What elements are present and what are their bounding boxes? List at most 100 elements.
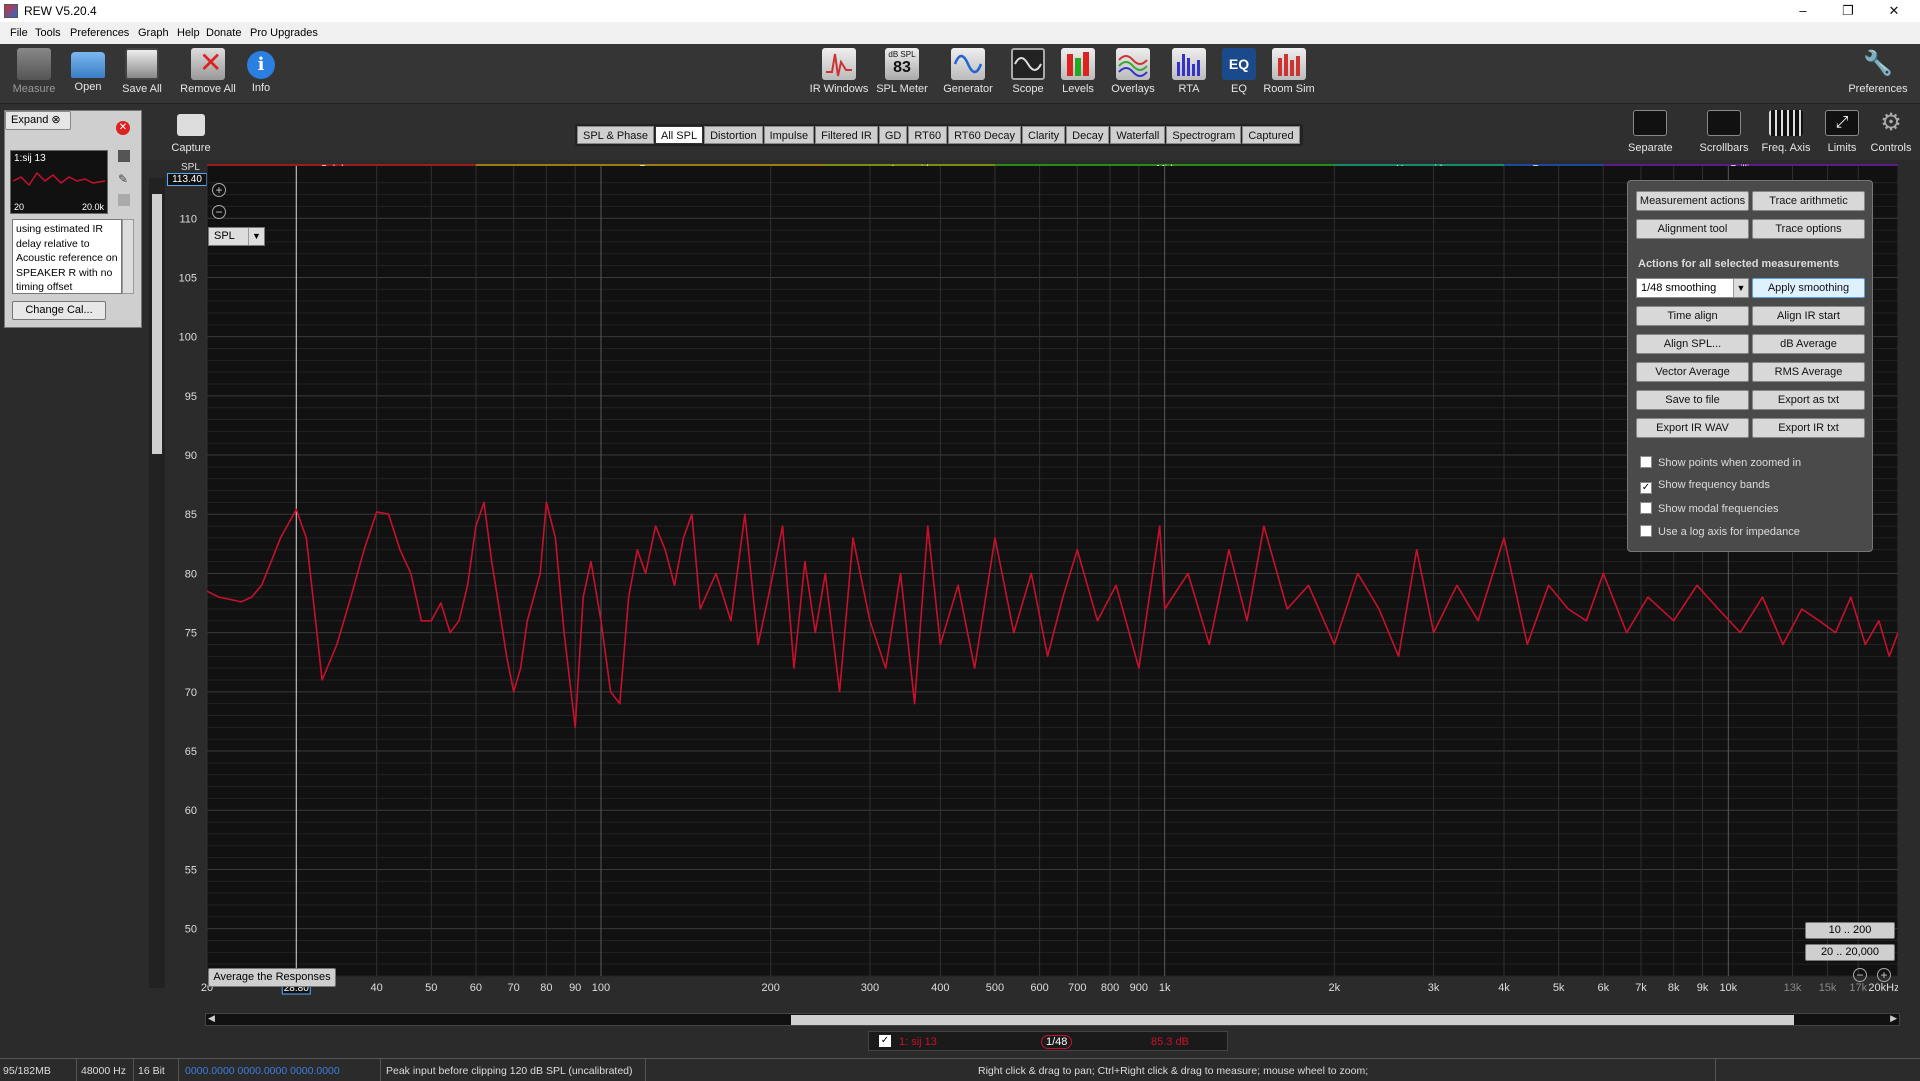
rms-average-button[interactable]: RMS Average	[1752, 362, 1865, 382]
separate-button[interactable]: Separate	[1628, 110, 1673, 154]
generator-button[interactable]: Generator	[940, 48, 996, 95]
tab-gd[interactable]: GD	[878, 126, 908, 144]
trace-arithmetic-button[interactable]: Trace arithmetic	[1752, 191, 1865, 211]
menu-donate[interactable]: Donate	[206, 27, 241, 39]
checkbox-box[interactable]: ✓	[1640, 482, 1652, 494]
room-sim-button[interactable]: Room Sim	[1262, 48, 1316, 95]
export-ir-txt-button[interactable]: Export IR txt	[1752, 418, 1865, 438]
tab-clarity[interactable]: Clarity	[1022, 126, 1066, 144]
tab-filtered-ir[interactable]: Filtered IR	[815, 126, 878, 144]
chevron-down-icon: ▼	[248, 228, 264, 245]
x-tick-label: 3k	[1428, 982, 1440, 994]
menu-help[interactable]: Help	[177, 27, 200, 39]
freq-axis-button[interactable]: Freq. Axis	[1760, 110, 1812, 154]
eq-button[interactable]: EQ EQ	[1222, 48, 1256, 95]
scope-button[interactable]: Scope	[1006, 48, 1050, 95]
measurement-thumbnail[interactable]: 1:sij 13 20 20.0k	[10, 150, 108, 214]
tab-waterfall[interactable]: Waterfall	[1110, 126, 1166, 144]
memory-usage[interactable]: 95/182MB	[3, 1065, 51, 1077]
tab-decay[interactable]: Decay	[1066, 126, 1110, 144]
range-20-20000-button[interactable]: 20 .. 20,000	[1805, 944, 1895, 961]
alignment-tool-button[interactable]: Alignment tool	[1636, 219, 1749, 239]
checkbox-box[interactable]	[1640, 502, 1652, 514]
checkbox-label: Show points when zoomed in	[1658, 457, 1802, 469]
menu-preferences[interactable]: Preferences	[70, 27, 129, 39]
tab-rt60[interactable]: RT60	[908, 126, 948, 144]
menu-file[interactable]: File	[10, 27, 28, 39]
vector-average-button[interactable]: Vector Average	[1636, 362, 1749, 382]
smoothing-select[interactable]: 1/48 smoothing ▼	[1636, 278, 1749, 298]
menu-graph[interactable]: Graph	[138, 27, 169, 39]
tab-all-spl[interactable]: All SPL	[655, 126, 704, 144]
tab-spectrogram[interactable]: Spectrogram	[1166, 126, 1242, 144]
y-tick-label: 90	[185, 450, 197, 462]
apply-smoothing-button[interactable]: Apply smoothing	[1752, 278, 1865, 298]
checkbox-use-a-log-axis-for-impedance[interactable]: Use a log axis for impedance	[1640, 525, 1800, 538]
rta-button[interactable]: RTA	[1172, 48, 1206, 95]
db-average-button[interactable]: dB Average	[1752, 334, 1865, 354]
save-to-file-button[interactable]: Save to file	[1636, 390, 1749, 410]
capture-button[interactable]: Capture	[170, 114, 212, 154]
checkbox-box[interactable]	[1640, 456, 1652, 468]
notes-scrollbar[interactable]	[122, 219, 134, 294]
ir-windows-button[interactable]: IR Windows	[808, 48, 870, 95]
overlays-button[interactable]: Overlays	[1108, 48, 1158, 95]
expand-button[interactable]: Expand ⊗	[5, 111, 71, 130]
time-align-button[interactable]: Time align	[1636, 306, 1749, 326]
info-notes-icon[interactable]	[118, 194, 130, 206]
save-measurement-icon[interactable]	[118, 150, 130, 162]
gear-icon: ⚙	[1880, 109, 1902, 136]
horizontal-scrollbar[interactable]: ◀ ▶	[205, 1013, 1900, 1026]
average-responses-button[interactable]: Average the Responses	[208, 968, 336, 987]
checkbox-show-points-when-zoomed-in[interactable]: Show points when zoomed in	[1640, 456, 1801, 469]
tab-spl-phase[interactable]: SPL & Phase	[577, 126, 655, 144]
info-button[interactable]: i Info	[244, 48, 278, 94]
measurement-notes[interactable]: using estimated IR delay relative to Aco…	[12, 219, 122, 294]
edit-icon[interactable]: ✎	[118, 172, 130, 186]
menu-pro-upgrades[interactable]: Pro Upgrades	[250, 27, 318, 39]
open-button[interactable]: Open	[66, 48, 110, 93]
scrollbars-button[interactable]: Scrollbars	[1698, 110, 1750, 154]
align-ir-start-button[interactable]: Align IR start	[1752, 306, 1865, 326]
controls-button[interactable]: ⚙ Controls	[1868, 109, 1914, 155]
close-button[interactable]: ✕	[1874, 2, 1914, 20]
zoom-in-x-icon[interactable]: +	[1877, 968, 1891, 982]
tab-impulse[interactable]: Impulse	[763, 126, 815, 144]
save-all-button[interactable]: Save All	[118, 48, 166, 95]
vertical-scrollbar[interactable]	[149, 178, 165, 988]
scroll-left-icon[interactable]: ◀	[208, 1013, 215, 1024]
horizontal-scroll-thumb[interactable]	[791, 1015, 1794, 1025]
graph-type-select[interactable]: SPL ▼	[208, 227, 265, 246]
tab-rt60-decay[interactable]: RT60 Decay	[948, 126, 1021, 144]
trace-options-button[interactable]: Trace options	[1752, 219, 1865, 239]
zoom-in-icon[interactable]: +	[212, 183, 226, 197]
menu-tools[interactable]: Tools	[35, 27, 61, 39]
align-spl-button[interactable]: Align SPL...	[1636, 334, 1749, 354]
remove-all-button[interactable]: ✕ Remove All	[178, 48, 238, 96]
zoom-out-x-icon[interactable]: −	[1853, 968, 1867, 982]
tab-captured[interactable]: Captured	[1242, 126, 1300, 144]
ir-windows-icon	[822, 48, 856, 80]
scroll-right-icon[interactable]: ▶	[1890, 1013, 1897, 1024]
levels-button[interactable]: Levels	[1056, 48, 1100, 95]
change-cal-button[interactable]: Change Cal...	[12, 301, 106, 320]
export-as-txt-button[interactable]: Export as txt	[1752, 390, 1865, 410]
minimize-button[interactable]: –	[1783, 2, 1823, 20]
trace-visible-checkbox[interactable]: ✓	[879, 1035, 891, 1047]
vertical-scroll-thumb[interactable]	[152, 194, 162, 454]
zoom-out-icon[interactable]: −	[212, 205, 226, 219]
y-tick-label: 70	[185, 687, 197, 699]
tab-distortion[interactable]: Distortion	[704, 126, 763, 144]
export-ir-wav-button[interactable]: Export IR WAV	[1636, 418, 1749, 438]
spl-meter-button[interactable]: dB SPL 83 SPL Meter	[874, 48, 930, 95]
preferences-button[interactable]: 🔧 Preferences	[1844, 48, 1912, 95]
checkbox-show-modal-frequencies[interactable]: Show modal frequencies	[1640, 502, 1778, 515]
restore-button[interactable]: ❐	[1828, 2, 1868, 20]
measure-button[interactable]: Measure	[10, 48, 58, 95]
checkbox-show-frequency-bands[interactable]: ✓ Show frequency bands	[1640, 479, 1770, 494]
measurement-actions-button[interactable]: Measurement actions	[1636, 191, 1749, 211]
range-10-200-button[interactable]: 10 .. 200	[1805, 922, 1895, 939]
limits-button[interactable]: ⤢ Limits	[1820, 110, 1864, 154]
remove-measurement-icon[interactable]: ✕	[116, 121, 130, 135]
checkbox-box[interactable]	[1640, 525, 1652, 537]
